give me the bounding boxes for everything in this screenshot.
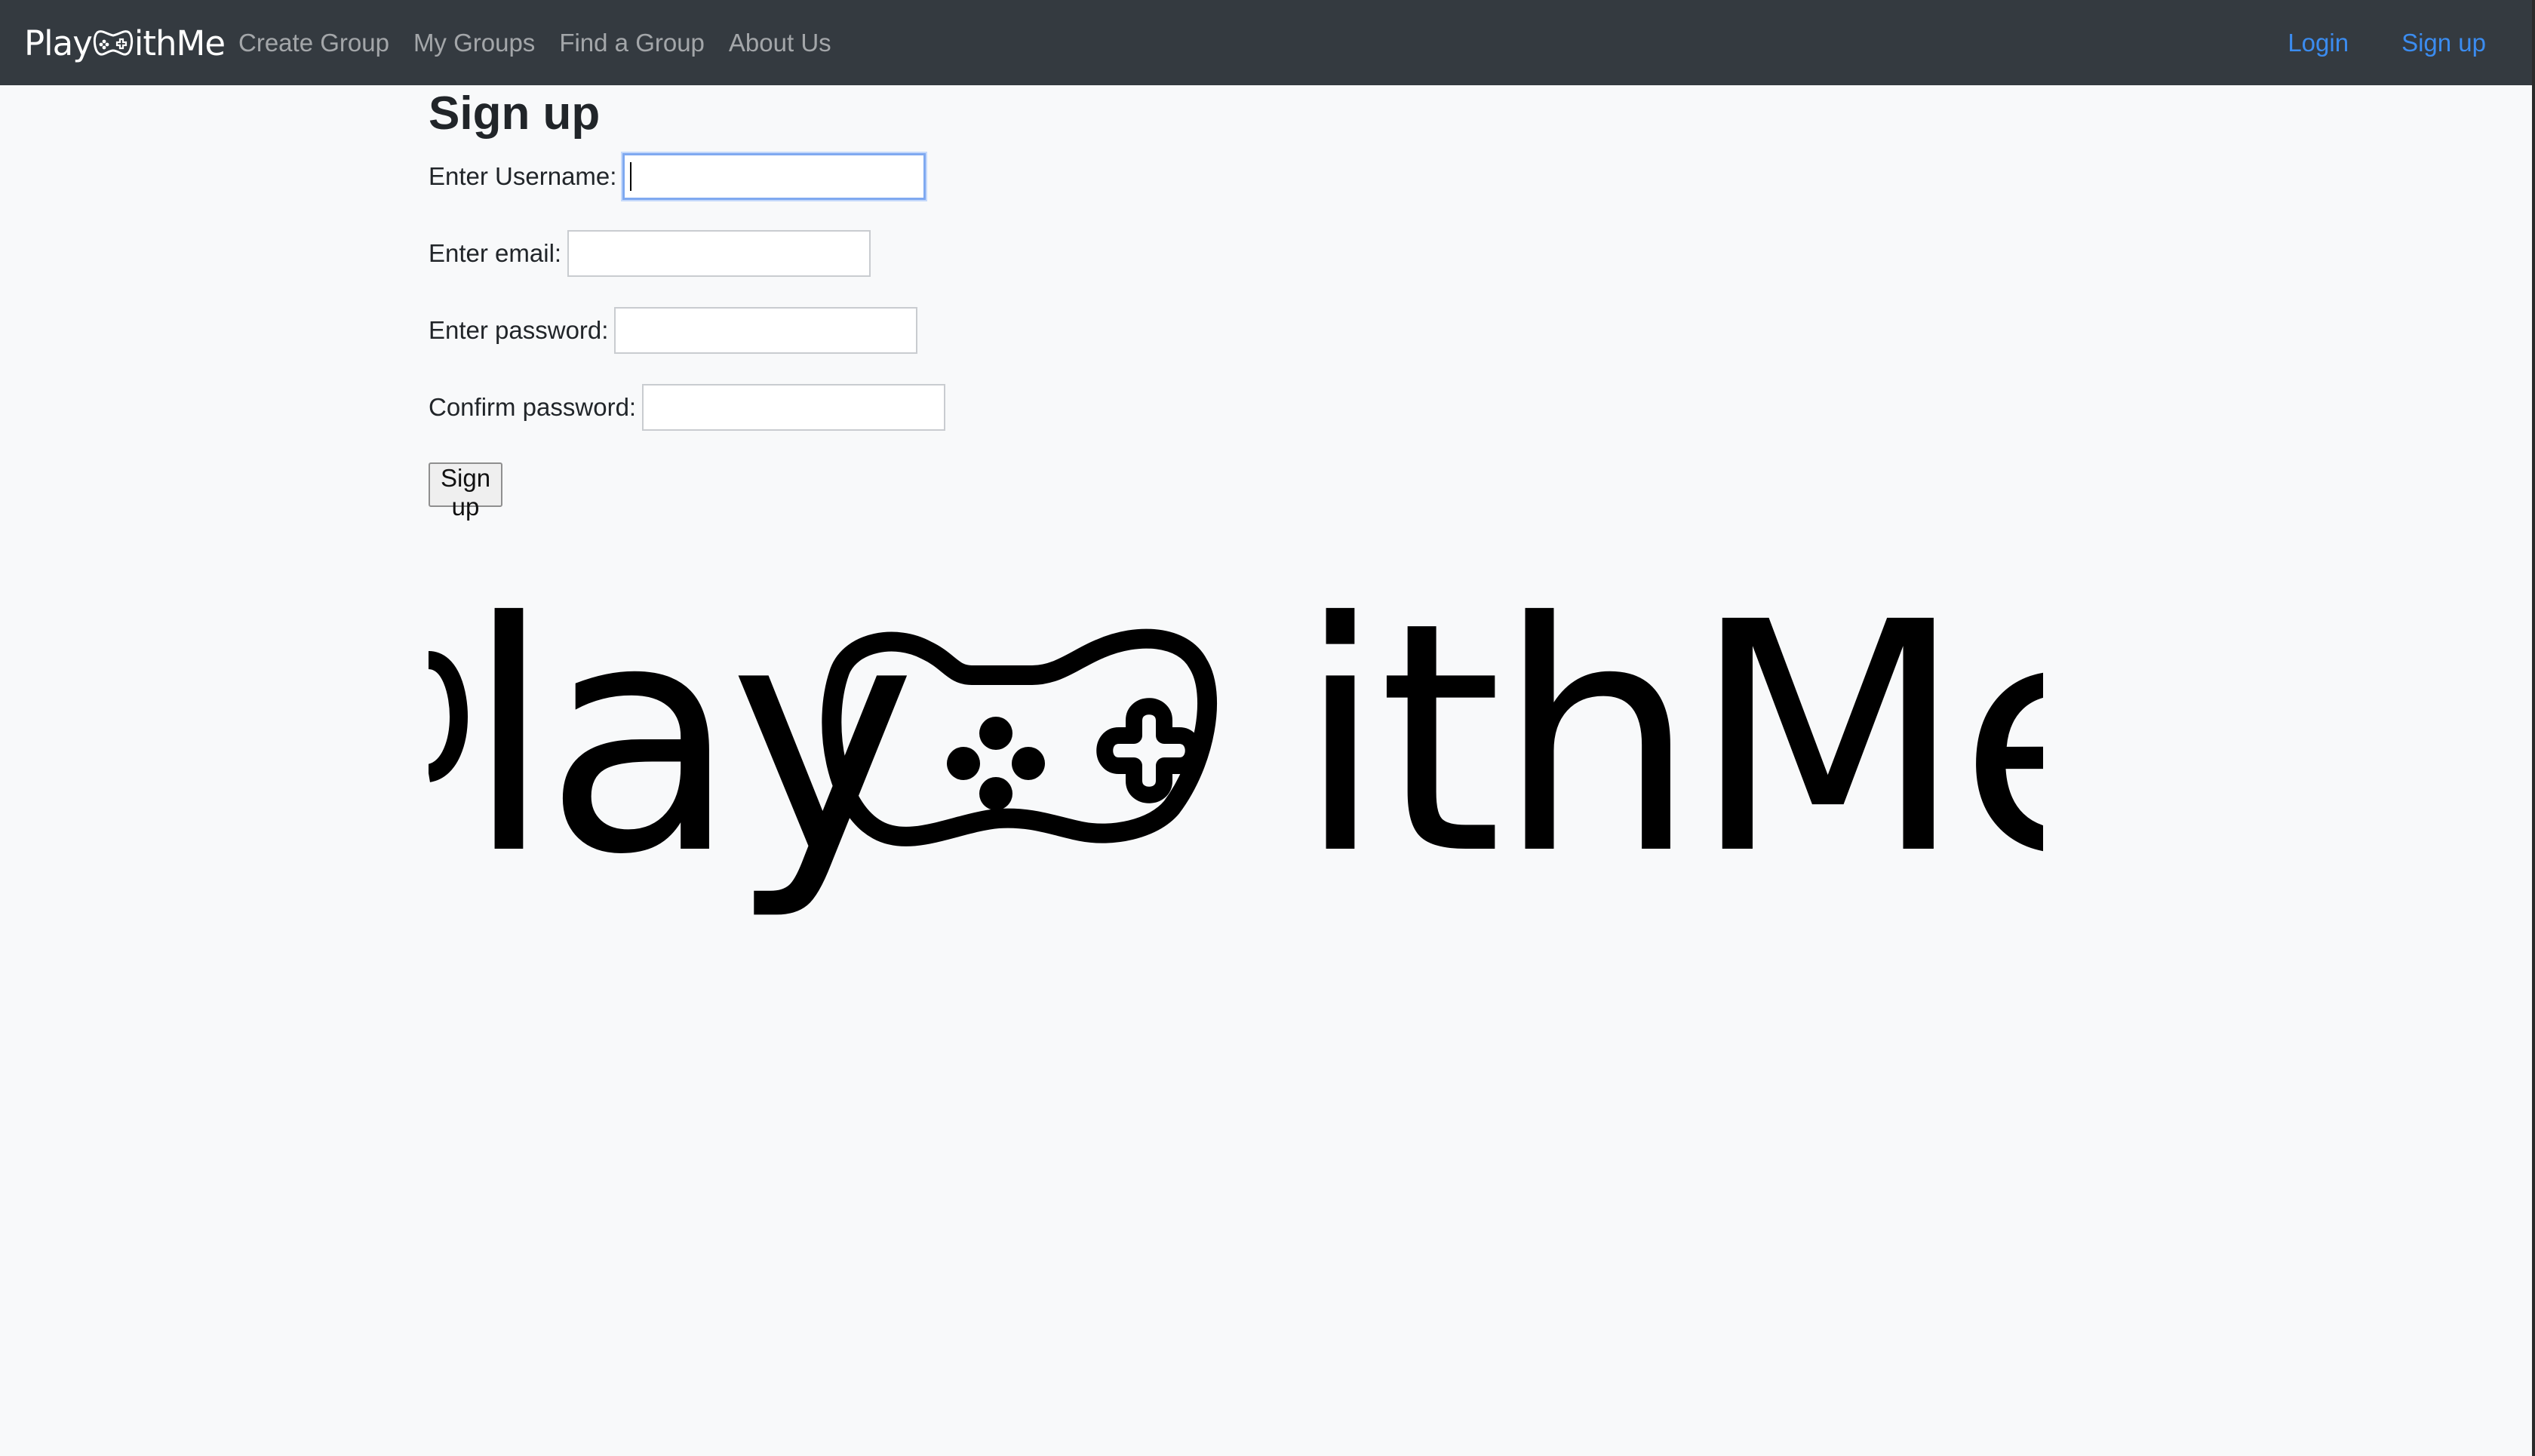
- username-row: Enter Username:: [429, 153, 926, 200]
- password-label: Enter password:: [429, 316, 609, 344]
- playwithme-logo: lay ithMe: [429, 588, 2043, 928]
- navbar: Play ithMe Create Group My Groups Find a…: [0, 0, 2535, 85]
- username-input[interactable]: [622, 153, 926, 200]
- nav-create-group[interactable]: Create Group: [238, 29, 389, 57]
- email-input[interactable]: [567, 230, 871, 277]
- login-link[interactable]: Login: [2288, 29, 2349, 57]
- nav-about-us[interactable]: About Us: [729, 29, 831, 57]
- email-row: Enter email:: [429, 230, 871, 277]
- page-title: Sign up: [429, 88, 601, 140]
- gamepad-icon: [93, 30, 133, 56]
- username-wrap: [622, 153, 926, 200]
- nav-find-a-group[interactable]: Find a Group: [559, 29, 705, 57]
- username-label: Enter Username:: [429, 162, 617, 190]
- password-row: Enter password:: [429, 307, 918, 354]
- window-edge: [2532, 0, 2535, 1456]
- confirm-password-input[interactable]: [642, 384, 946, 431]
- signup-submit-button[interactable]: Sign up: [429, 462, 503, 521]
- brand-text-right: ithMe: [134, 23, 226, 63]
- brand-text-left: Play: [24, 23, 93, 63]
- nav-links: Create Group My Groups Find a Group Abou…: [238, 0, 856, 85]
- text-caret: [630, 162, 632, 191]
- logo-artwork: lay ithMe: [429, 588, 2043, 924]
- confirm-password-label: Confirm password:: [429, 393, 637, 421]
- signup-link[interactable]: Sign up: [2401, 29, 2486, 57]
- email-label: Enter email:: [429, 239, 562, 267]
- confirm-password-row: Confirm password:: [429, 384, 946, 431]
- password-input[interactable]: [614, 307, 918, 354]
- brand-logo[interactable]: Play ithMe: [24, 20, 226, 66]
- logo-text-right: ithMe: [1296, 588, 2043, 924]
- auth-links: Login Sign up: [2235, 0, 2486, 85]
- nav-my-groups[interactable]: My Groups: [413, 29, 535, 57]
